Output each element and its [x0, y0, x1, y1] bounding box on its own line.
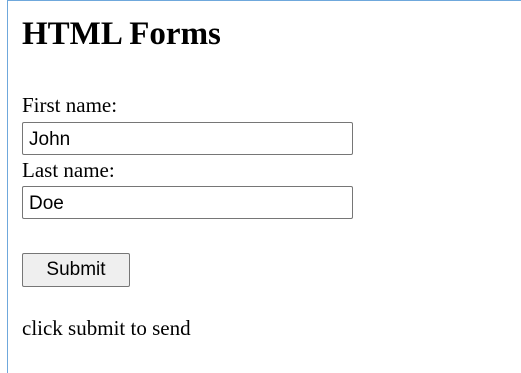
first-name-input[interactable]: [22, 122, 353, 155]
submit-button[interactable]: Submit: [22, 253, 130, 287]
window-frame-left: [7, 0, 8, 373]
page-title: HTML Forms: [22, 16, 221, 52]
last-name-input[interactable]: [22, 186, 353, 219]
window-frame-top: [7, 0, 521, 1]
submit-hint-text: click submit to send: [22, 316, 191, 340]
last-name-label: Last name:: [22, 158, 115, 182]
first-name-label: First name:: [22, 93, 118, 117]
